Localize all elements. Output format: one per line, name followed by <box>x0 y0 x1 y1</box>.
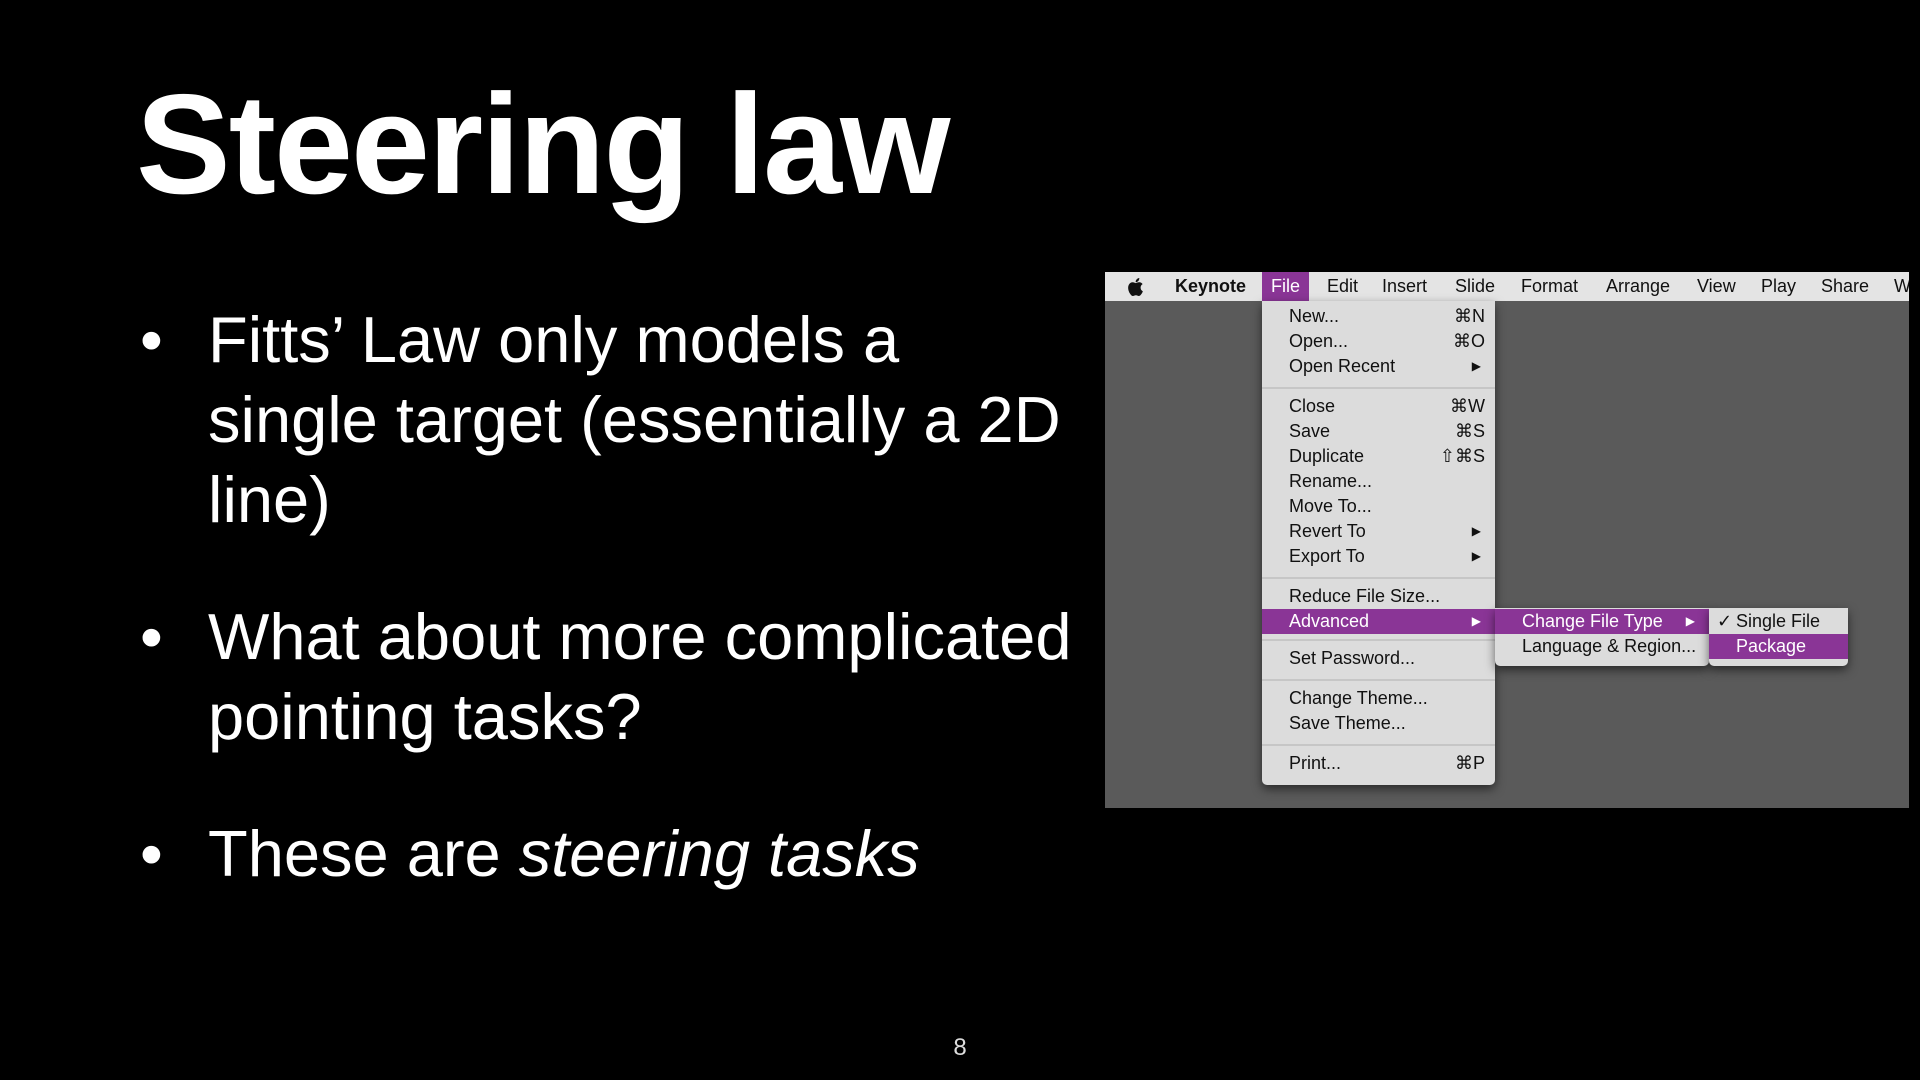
menubar-format[interactable]: Format <box>1521 272 1578 301</box>
menubar-slide[interactable]: Slide <box>1455 272 1495 301</box>
menubar-arrange[interactable]: Arrange <box>1606 272 1670 301</box>
menu-item-new[interactable]: New... ⌘N <box>1262 304 1495 329</box>
submenu-arrow-icon: ▶ <box>1471 549 1481 563</box>
menubar-insert[interactable]: Insert <box>1382 272 1427 301</box>
bullet-item: • What about more complicated pointing t… <box>136 597 1076 757</box>
apple-logo-icon[interactable] <box>1127 277 1145 297</box>
keynote-menu-screenshot: Keynote File Edit Insert Slide Format Ar… <box>1105 272 1909 808</box>
advanced-submenu: Change File Type ▶ Language & Region... <box>1495 608 1709 666</box>
menu-item-duplicate[interactable]: Duplicate ⇧⌘S <box>1262 444 1495 469</box>
bullet-text-italic: steering tasks <box>518 817 920 890</box>
bullet-item: • These are steering tasks <box>136 814 1076 894</box>
file-type-submenu: ✓ Single File Package <box>1709 608 1848 666</box>
menubar-edit[interactable]: Edit <box>1327 272 1358 301</box>
menu-item-change-theme[interactable]: Change Theme... <box>1262 686 1495 711</box>
menu-separator <box>1262 577 1495 579</box>
bullet-item: • Fitts’ Law only models a single target… <box>136 300 1076 540</box>
menu-separator <box>1262 679 1495 681</box>
menu-item-package[interactable]: Package <box>1709 634 1848 659</box>
menu-item-revert-to[interactable]: Revert To ▶ <box>1262 519 1495 544</box>
checkmark-icon: ✓ <box>1717 611 1733 631</box>
menu-item-language-region[interactable]: Language & Region... <box>1495 634 1709 659</box>
bullet-dot: • <box>140 600 163 673</box>
menu-item-print[interactable]: Print... ⌘P <box>1262 751 1495 776</box>
menubar-file[interactable]: File <box>1262 272 1310 301</box>
menu-bar: Keynote File Edit Insert Slide Format Ar… <box>1105 272 1909 301</box>
menu-separator <box>1262 387 1495 389</box>
menu-item-move-to[interactable]: Move To... <box>1262 494 1495 519</box>
submenu-arrow-icon: ▶ <box>1471 524 1481 538</box>
slide-title: Steering law <box>136 65 950 224</box>
menubar-share[interactable]: Share <box>1821 272 1869 301</box>
menu-item-export-to[interactable]: Export To ▶ <box>1262 544 1495 569</box>
menu-item-single-file[interactable]: ✓ Single File <box>1709 609 1848 634</box>
bullet-text: What about more complicated pointing tas… <box>208 600 1072 753</box>
menubar-play[interactable]: Play <box>1761 272 1796 301</box>
page-number: 8 <box>953 1034 967 1061</box>
bullet-text-prefix: These are <box>208 817 519 890</box>
bullet-dot: • <box>140 817 163 890</box>
bullet-dot: • <box>140 303 163 376</box>
menubar-view[interactable]: View <box>1697 272 1736 301</box>
menubar-window-partial[interactable]: W <box>1894 272 1909 301</box>
menubar-app-keynote[interactable]: Keynote <box>1175 272 1246 301</box>
menu-item-open-recent[interactable]: Open Recent ▶ <box>1262 354 1495 379</box>
file-menu: New... ⌘N Open... ⌘O Open Recent ▶ Close ⌘W … <box>1262 301 1495 785</box>
menu-item-close[interactable]: Close ⌘W <box>1262 394 1495 419</box>
bullet-text: Fitts’ Law only models a single target (… <box>208 303 1061 536</box>
menu-item-open[interactable]: Open... ⌘O <box>1262 329 1495 354</box>
submenu-arrow-icon: ▶ <box>1471 359 1481 373</box>
menu-separator <box>1262 744 1495 746</box>
menu-item-reduce-file-size[interactable]: Reduce File Size... <box>1262 584 1495 609</box>
menu-item-change-file-type[interactable]: Change File Type ▶ <box>1495 609 1709 634</box>
menu-item-rename[interactable]: Rename... <box>1262 469 1495 494</box>
menu-item-save[interactable]: Save ⌘S <box>1262 419 1495 444</box>
menu-item-set-password[interactable]: Set Password... <box>1262 646 1495 671</box>
menu-item-save-theme[interactable]: Save Theme... <box>1262 711 1495 736</box>
submenu-arrow-icon: ▶ <box>1685 614 1695 628</box>
bullet-list: • Fitts’ Law only models a single target… <box>136 300 1076 951</box>
